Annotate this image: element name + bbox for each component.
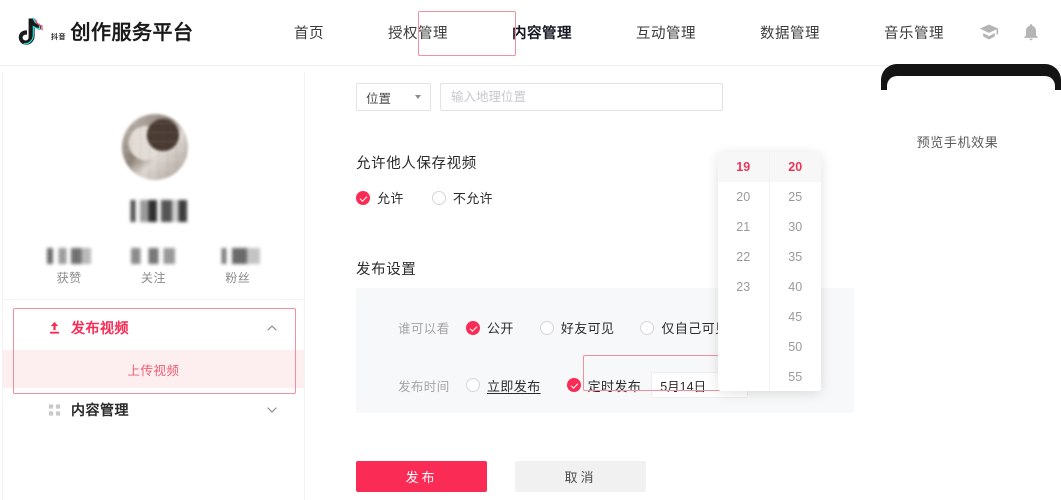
time-picker-minute-option[interactable]: 50 [770, 332, 822, 362]
stat-followers-value-blurred [215, 248, 260, 264]
top-header: 抖音 创作服务平台 首页 授权管理 内容管理 互动管理 数据管理 音乐管理 [0, 0, 1061, 66]
time-picker-hour-option[interactable]: 19 [718, 152, 769, 182]
nav-item-auth[interactable]: 授权管理 [388, 22, 448, 43]
stat-likes-label: 获赞 [56, 271, 82, 285]
who-can-see-row: 谁可以看 公开 好友可见 仅自己可见 [398, 318, 728, 337]
radio-allow-save-no[interactable]: 不允许 [431, 188, 494, 207]
main-nav: 首页 授权管理 内容管理 互动管理 数据管理 音乐管理 [262, 0, 976, 66]
radio-checked-icon [566, 378, 581, 392]
time-picker-hours-column[interactable]: 19 20 21 22 23 [718, 152, 770, 391]
sidebar-item-content-management[interactable]: 内容管理 [3, 388, 304, 432]
radio-allow-save-yes-label: 允许 [377, 191, 404, 206]
schedule-date-value: 5月14日 [660, 379, 707, 394]
avatar-mosaic-overlay [122, 114, 188, 180]
time-picker-hour-option[interactable]: 22 [718, 242, 769, 272]
chevron-down-icon [415, 95, 421, 99]
nav-item-content[interactable]: 内容管理 [512, 22, 572, 43]
location-type-select-value: 位置 [366, 91, 392, 106]
cancel-button[interactable]: 取消 [515, 461, 646, 492]
bell-icon[interactable] [1021, 22, 1041, 42]
profile-stats: 获赞 关注 粉丝 [3, 248, 304, 286]
sidebar-menu: 发布视频 上传视频 内容管理 [3, 300, 304, 432]
time-picker-hour-option[interactable]: 23 [718, 272, 769, 302]
brand-logo[interactable]: 抖音 创作服务平台 [14, 16, 244, 50]
username-blurred [125, 200, 187, 222]
radio-allow-save-no-label: 不允许 [452, 191, 494, 206]
phone-preview-panel: 预览手机效果 [854, 64, 1061, 500]
publish-time-label: 发布时间 [398, 379, 450, 394]
radio-unchecked-icon [640, 320, 655, 335]
sidebar-item-publish-video[interactable]: 发布视频 [3, 306, 304, 350]
radio-visibility-private[interactable]: 仅自己可见 [640, 318, 728, 337]
radio-visibility-friends[interactable]: 好友可见 [539, 318, 615, 337]
time-picker-minutes-column[interactable]: 20 25 30 35 40 45 50 55 [769, 152, 822, 391]
chevron-up-icon[interactable] [266, 322, 278, 334]
nav-item-interaction[interactable]: 互动管理 [636, 22, 696, 43]
publish-time-options: 立即发布 定时发布 5月14日 [466, 372, 749, 398]
time-picker-minute-option[interactable]: 40 [770, 272, 822, 302]
location-type-select[interactable]: 位置 [356, 83, 431, 111]
grid-icon [47, 403, 62, 418]
stat-following-value-blurred [131, 248, 176, 264]
radio-publish-now[interactable]: 立即发布 [466, 376, 541, 395]
time-picker-popup: 19 20 21 22 23 20 25 30 35 40 45 50 55 [718, 152, 821, 391]
radio-unchecked-icon [431, 190, 446, 205]
profile-card: 获赞 关注 粉丝 [3, 72, 304, 300]
radio-publish-now-label: 立即发布 [487, 378, 541, 394]
sidebar-item-publish-video-label: 发布视频 [71, 320, 129, 336]
nav-item-home[interactable]: 首页 [294, 22, 324, 43]
avatar[interactable] [122, 114, 188, 180]
stat-following: 关注 [117, 248, 189, 286]
sidebar-item-content-management-label: 内容管理 [71, 402, 129, 418]
stat-followers: 粉丝 [202, 248, 274, 286]
radio-unchecked-icon [539, 320, 554, 335]
radio-checked-icon [356, 190, 370, 205]
time-picker-hour-option[interactable]: 20 [718, 182, 769, 212]
header-icon-group [979, 22, 1041, 42]
sidebar-subitem-upload-video-label: 上传视频 [127, 363, 180, 378]
form-actions: 发布 取消 [356, 461, 646, 492]
allow-save-title: 允许他人保存视频 [356, 156, 477, 172]
time-picker-minute-option[interactable]: 25 [770, 182, 822, 212]
sidebar-subitem-upload-video[interactable]: 上传视频 [3, 350, 304, 388]
app-root: 抖音 创作服务平台 首页 授权管理 内容管理 互动管理 数据管理 音乐管理 获赞… [0, 0, 1061, 500]
time-picker-hour-option[interactable]: 21 [718, 212, 769, 242]
chevron-down-icon[interactable] [266, 404, 278, 416]
brand-subtitle: 抖音 [51, 33, 66, 41]
radio-visibility-public-label: 公开 [487, 321, 514, 336]
time-picker-minute-option[interactable]: 45 [770, 302, 822, 332]
douyin-note-icon [14, 16, 44, 50]
nav-item-data[interactable]: 数据管理 [760, 22, 820, 43]
stat-likes: 获赞 [33, 248, 105, 286]
time-picker-minute-option[interactable]: 55 [770, 362, 822, 391]
location-input[interactable] [440, 83, 723, 111]
radio-allow-save-yes[interactable]: 允许 [356, 188, 404, 207]
allow-save-radio-group: 允许 不允许 [356, 188, 493, 207]
brand-text: 抖音 创作服务平台 [51, 23, 193, 43]
stat-followers-label: 粉丝 [225, 271, 251, 285]
time-picker-minute-option[interactable]: 20 [769, 152, 821, 182]
radio-visibility-public[interactable]: 公开 [466, 318, 514, 337]
radio-visibility-friends-label: 好友可见 [560, 321, 615, 336]
time-picker-minute-option[interactable]: 35 [770, 242, 822, 272]
nav-item-music[interactable]: 音乐管理 [884, 22, 944, 43]
stat-likes-value-blurred [47, 248, 92, 264]
time-picker-minute-option[interactable]: 30 [770, 212, 822, 242]
radio-checked-icon [466, 320, 480, 335]
who-can-see-options: 公开 好友可见 仅自己可见 [466, 318, 728, 337]
stat-following-label: 关注 [140, 271, 166, 285]
location-row: 位置 [356, 83, 723, 111]
publish-time-row: 发布时间 立即发布 定时发布 5月14日 [398, 372, 749, 398]
who-can-see-label: 谁可以看 [398, 322, 450, 336]
radio-unchecked-icon [466, 378, 480, 392]
phone-preview-label: 预览手机效果 [916, 135, 999, 150]
publish-button[interactable]: 发布 [356, 461, 487, 492]
upload-icon [47, 321, 62, 336]
academy-cap-icon[interactable] [979, 22, 999, 42]
publish-settings-title: 发布设置 [356, 262, 417, 278]
phone-mockup-screen [887, 76, 1055, 100]
left-sidebar: 获赞 关注 粉丝 发布视频 上传视频 内容管理 [2, 72, 305, 500]
radio-publish-scheduled-label: 定时发布 [587, 378, 642, 394]
brand-title: 创作服务平台 [70, 21, 194, 44]
